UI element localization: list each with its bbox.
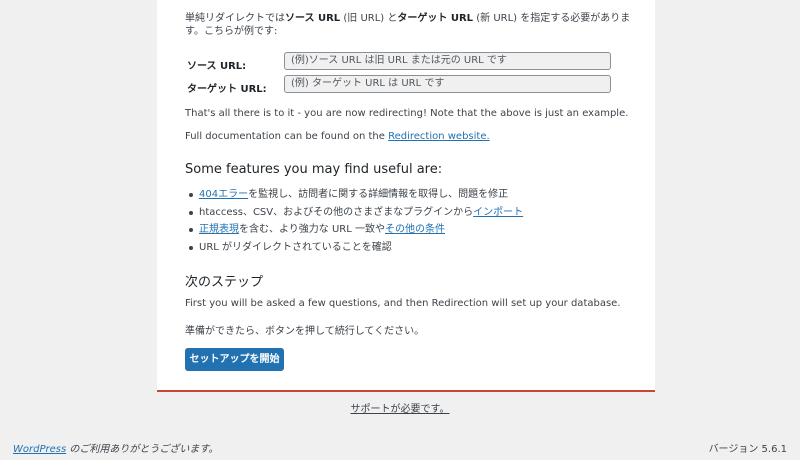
version-text: バージョン 5.6.1: [708, 444, 787, 455]
intro-part1: 単純リダイレクトでは: [185, 13, 285, 24]
other-conditions-link[interactable]: その他の条件: [385, 224, 445, 235]
docs-prefix: Full documentation can be found on the: [185, 131, 389, 142]
list-item: 404エラーを監視し、訪問者に関する詳細情報を取得し、問題を修正: [185, 186, 523, 204]
feature-3-text: を含む、より強力な URL 一致や: [239, 224, 385, 235]
list-item: 正規表現を含む、より強力な URL 一致やその他の条件: [185, 221, 523, 239]
regex-link[interactable]: 正規表現: [199, 224, 239, 235]
docs-note: Full documentation can be found on the R…: [185, 131, 490, 142]
source-url-field[interactable]: (例)ソース URL は旧 URL または元の URL です: [284, 52, 611, 70]
list-item: URL がリダイレクトされていることを確認: [185, 239, 523, 257]
redirection-website-link[interactable]: Redirection website.: [388, 131, 490, 142]
import-link[interactable]: インポート: [473, 207, 523, 218]
404-errors-link[interactable]: 404エラー: [199, 189, 248, 200]
next-steps-line1: First you will be asked a few questions,…: [185, 298, 621, 309]
footer-thanks: WordPress のご利用ありがとうございます。: [13, 440, 218, 455]
feature-2-text: htaccess、CSV、およびその他のさまざまなプラグインから: [199, 206, 474, 218]
feature-1-text: を監視し、訪問者に関する詳細情報を取得し、問題を修正: [248, 189, 509, 200]
features-list: 404エラーを監視し、訪問者に関する詳細情報を取得し、問題を修正 htacces…: [185, 186, 523, 256]
intro-text: 単純リダイレクトではソース URL (旧 URL) とターゲット URL (新 …: [185, 12, 635, 38]
source-url-label: ソース URL:: [187, 61, 247, 72]
feature-4-text: URL がリダイレクトされていることを確認: [199, 241, 392, 253]
setup-panel: 単純リダイレクトではソース URL (旧 URL) とターゲット URL (新 …: [157, 0, 655, 392]
redirecting-note: That's all there is to it - you are now …: [185, 108, 629, 119]
support-area: サポートが必要です。: [0, 400, 800, 415]
target-url-field[interactable]: (例) ターゲット URL は URL です: [284, 75, 611, 93]
start-setup-button[interactable]: セットアップを開始: [185, 348, 284, 371]
next-steps-line2: 準備ができたら、ボタンを押して続行してください。: [185, 326, 425, 337]
next-steps-heading: 次のステップ: [185, 275, 264, 290]
need-support-link[interactable]: サポートが必要です。: [351, 404, 450, 415]
intro-source-url: ソース URL: [285, 13, 341, 24]
intro-target-url: ターゲット URL: [397, 13, 474, 24]
features-heading: Some features you may find useful are:: [185, 162, 443, 177]
wordpress-link[interactable]: WordPress: [13, 444, 66, 455]
intro-part2: (旧 URL) と: [340, 13, 398, 24]
footer-thanks-text: のご利用ありがとうございます。: [66, 444, 219, 455]
target-url-label: ターゲット URL:: [187, 84, 267, 95]
list-item: htaccess、CSV、およびその他のさまざまなプラグインからインポート: [185, 204, 523, 222]
